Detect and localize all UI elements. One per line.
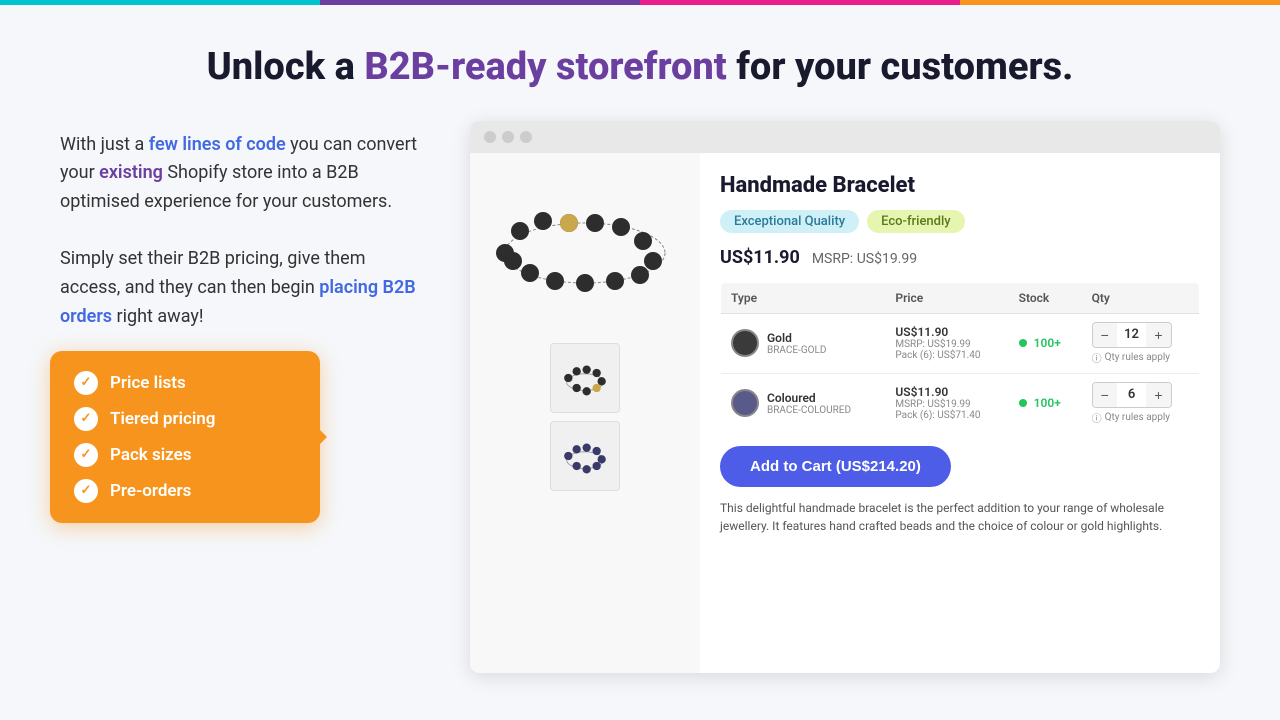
- thumbnail-strip: [550, 343, 620, 491]
- qty-rules-gold: ⓘ Qty rules apply: [1092, 350, 1189, 365]
- main-content: With just a few lines of code you can co…: [0, 121, 1280, 716]
- variant-qty-coloured: − 6 + ⓘ Qty rules apply: [1082, 373, 1200, 433]
- col-header-price: Price: [885, 282, 1008, 313]
- feature-item-price-lists: Price lists: [74, 371, 296, 395]
- quantity-stepper-gold[interactable]: − 12 +: [1092, 322, 1172, 348]
- feature-label: Tiered pricing: [110, 409, 215, 429]
- variant-price-gold: US$11.90 MSRP: US$19.99 Pack (6): US$71.…: [885, 313, 1008, 373]
- top-bar-pink: [640, 0, 960, 5]
- variant-stock-gold: 100+: [1009, 313, 1082, 373]
- add-to-cart-button[interactable]: Add to Cart (US$214.20): [720, 446, 951, 487]
- qty-value-gold: 12: [1117, 323, 1147, 346]
- feature-label: Pack sizes: [110, 445, 192, 465]
- page-header: Unlock a B2B-ready storefront for your c…: [0, 5, 1280, 121]
- top-bar-orange: [960, 0, 1280, 5]
- browser-mockup: Handmade Bracelet Exceptional Quality Ec…: [470, 121, 1220, 673]
- check-icon: [74, 479, 98, 503]
- check-icon: [74, 443, 98, 467]
- col-header-type: Type: [721, 282, 886, 313]
- browser-window: Handmade Bracelet Exceptional Quality Ec…: [470, 121, 1220, 673]
- thumbnail-2[interactable]: [550, 421, 620, 491]
- left-column: With just a few lines of code you can co…: [60, 121, 430, 332]
- browser-dot-1: [484, 131, 496, 143]
- description-para-1: With just a few lines of code you can co…: [60, 131, 430, 217]
- stock-dot: [1019, 399, 1027, 407]
- feature-box: Price lists Tiered pricing Pack sizes Pr…: [50, 351, 320, 523]
- product-table: Type Price Stock Qty: [720, 282, 1200, 434]
- check-icon: [74, 371, 98, 395]
- product-description: This delightful handmade bracelet is the…: [720, 499, 1200, 535]
- pricing-row: US$11.90 MSRP: US$19.99: [720, 247, 1200, 268]
- badge-eco-friendly: Eco-friendly: [867, 210, 965, 233]
- top-bar-cyan: [0, 0, 320, 5]
- qty-decrement-gold[interactable]: −: [1093, 323, 1117, 347]
- variant-qty-gold: − 12 + ⓘ Qty rules apply: [1082, 313, 1200, 373]
- table-row: Coloured BRACE-COLOURED US$11.90 MSRP: U…: [721, 373, 1200, 433]
- product-title: Handmade Bracelet: [720, 173, 1200, 198]
- product-price: US$11.90: [720, 247, 800, 268]
- quantity-stepper-coloured[interactable]: − 6 +: [1092, 382, 1172, 408]
- col-header-stock: Stock: [1009, 282, 1082, 313]
- badge-exceptional-quality: Exceptional Quality: [720, 210, 859, 233]
- variant-type-coloured: Coloured BRACE-COLOURED: [721, 373, 886, 433]
- variant-stock-coloured: 100+: [1009, 373, 1082, 433]
- description-para-2: Simply set their B2B pricing, give them …: [60, 245, 430, 331]
- product-main-image: [485, 183, 685, 313]
- page-title: Unlock a B2B-ready storefront for your c…: [20, 45, 1260, 91]
- product-details: Handmade Bracelet Exceptional Quality Ec…: [700, 153, 1220, 673]
- qty-rules-coloured: ⓘ Qty rules apply: [1092, 410, 1189, 425]
- variant-image-coloured: [731, 389, 759, 417]
- browser-header: [470, 121, 1220, 153]
- browser-dot-2: [502, 131, 514, 143]
- badge-container: Exceptional Quality Eco-friendly: [720, 210, 1200, 233]
- variant-image-gold: [731, 329, 759, 357]
- top-bar-purple: [320, 0, 640, 5]
- feature-item-pre-orders: Pre-orders: [74, 479, 296, 503]
- qty-decrement-coloured[interactable]: −: [1093, 383, 1117, 407]
- table-row: Gold BRACE-GOLD US$11.90 MSRP: US$19.99 …: [721, 313, 1200, 373]
- check-icon: [74, 407, 98, 431]
- qty-value-coloured: 6: [1117, 383, 1147, 406]
- feature-item-tiered-pricing: Tiered pricing: [74, 407, 296, 431]
- product-msrp: MSRP: US$19.99: [812, 251, 917, 267]
- product-image-area: [470, 153, 700, 673]
- thumbnail-1[interactable]: [550, 343, 620, 413]
- browser-dot-3: [520, 131, 532, 143]
- qty-increment-gold[interactable]: +: [1146, 323, 1170, 347]
- feature-label: Pre-orders: [110, 481, 191, 501]
- variant-type-gold: Gold BRACE-GOLD: [721, 313, 886, 373]
- browser-body: Handmade Bracelet Exceptional Quality Ec…: [470, 153, 1220, 673]
- variant-price-coloured: US$11.90 MSRP: US$19.99 Pack (6): US$71.…: [885, 373, 1008, 433]
- col-header-qty: Qty: [1082, 282, 1200, 313]
- feature-item-pack-sizes: Pack sizes: [74, 443, 296, 467]
- top-color-bar: [0, 0, 1280, 5]
- feature-label: Price lists: [110, 373, 186, 393]
- qty-increment-coloured[interactable]: +: [1146, 383, 1170, 407]
- stock-dot: [1019, 339, 1027, 347]
